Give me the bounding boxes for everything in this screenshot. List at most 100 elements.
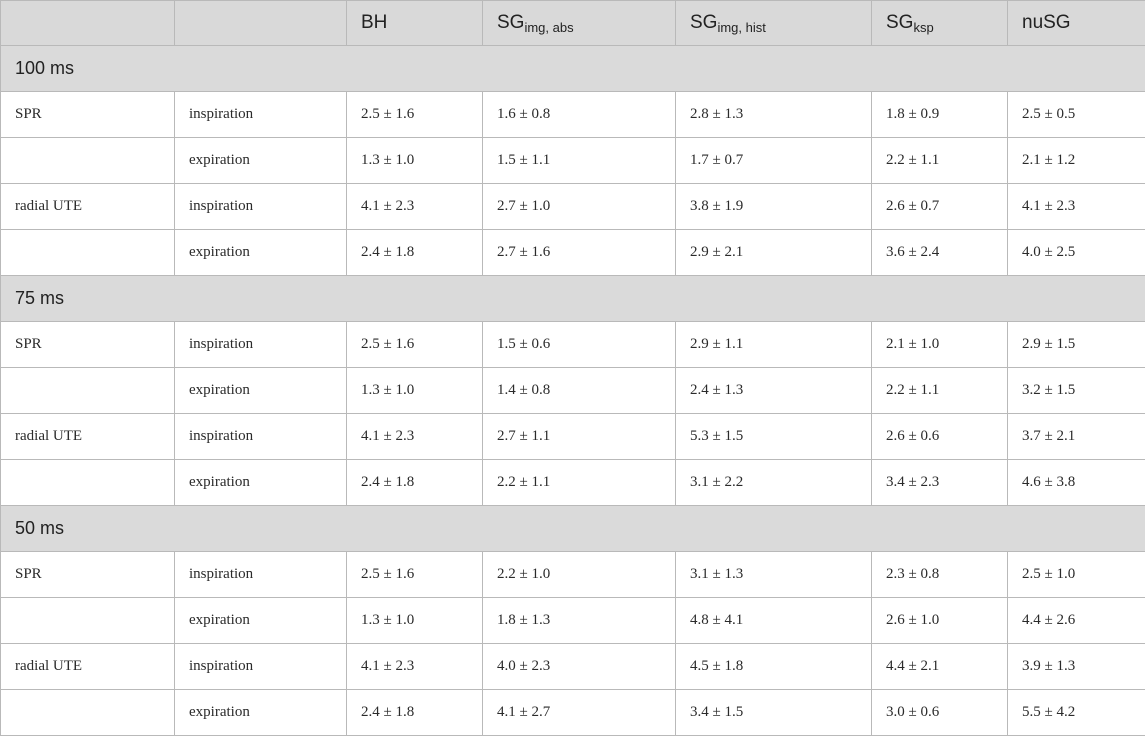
value-cell: 1.8 ± 1.3 (483, 598, 676, 644)
value-cell: 2.9 ± 1.5 (1008, 322, 1145, 368)
value-cell: 2.7 ± 1.0 (483, 184, 676, 230)
value-cell: 3.8 ± 1.9 (676, 184, 872, 230)
header-sg-ksp: SGksp (872, 1, 1008, 46)
value-cell: 3.2 ± 1.5 (1008, 368, 1145, 414)
table-row: expiration1.3 ± 1.01.4 ± 0.82.4 ± 1.32.2… (1, 368, 1145, 414)
value-cell: 4.8 ± 4.1 (676, 598, 872, 644)
header-blank-sequence (1, 1, 175, 46)
value-cell: 5.5 ± 4.2 (1008, 690, 1145, 736)
value-cell: 2.2 ± 1.1 (872, 368, 1008, 414)
value-cell: 2.4 ± 1.8 (347, 690, 483, 736)
phase-cell: inspiration (175, 184, 347, 230)
value-cell: 2.9 ± 2.1 (676, 230, 872, 276)
value-cell: 4.1 ± 2.3 (1008, 184, 1145, 230)
value-cell: 1.3 ± 1.0 (347, 598, 483, 644)
value-cell: 4.1 ± 2.7 (483, 690, 676, 736)
value-cell: 2.5 ± 1.6 (347, 92, 483, 138)
value-cell: 2.3 ± 0.8 (872, 552, 1008, 598)
value-cell: 1.3 ± 1.0 (347, 368, 483, 414)
sequence-cell: SPR (1, 552, 175, 598)
phase-cell: expiration (175, 690, 347, 736)
phase-cell: inspiration (175, 644, 347, 690)
value-cell: 4.0 ± 2.5 (1008, 230, 1145, 276)
table-row: expiration2.4 ± 1.82.7 ± 1.62.9 ± 2.13.6… (1, 230, 1145, 276)
sequence-cell: radial UTE (1, 184, 175, 230)
section-title: 50 ms (1, 506, 1145, 552)
header-row: BH SGimg, abs SGimg, hist SGksp nuSG (1, 1, 1145, 46)
sequence-cell: radial UTE (1, 644, 175, 690)
value-cell: 3.9 ± 1.3 (1008, 644, 1145, 690)
header-sg-img-hist-base: SG (690, 12, 717, 33)
value-cell: 3.4 ± 2.3 (872, 460, 1008, 506)
table-header: BH SGimg, abs SGimg, hist SGksp nuSG (1, 1, 1145, 46)
phase-cell: inspiration (175, 552, 347, 598)
value-cell: 2.4 ± 1.8 (347, 460, 483, 506)
results-table: BH SGimg, abs SGimg, hist SGksp nuSG 100… (0, 0, 1145, 736)
value-cell: 2.1 ± 1.2 (1008, 138, 1145, 184)
phase-cell: expiration (175, 598, 347, 644)
value-cell: 4.1 ± 2.3 (347, 414, 483, 460)
phase-cell: expiration (175, 368, 347, 414)
value-cell: 1.5 ± 1.1 (483, 138, 676, 184)
value-cell: 1.5 ± 0.6 (483, 322, 676, 368)
value-cell: 3.0 ± 0.6 (872, 690, 1008, 736)
value-cell: 4.0 ± 2.3 (483, 644, 676, 690)
value-cell: 3.4 ± 1.5 (676, 690, 872, 736)
section-title: 100 ms (1, 46, 1145, 92)
table-row: expiration2.4 ± 1.82.2 ± 1.13.1 ± 2.23.4… (1, 460, 1145, 506)
value-cell: 3.1 ± 1.3 (676, 552, 872, 598)
value-cell: 2.6 ± 0.6 (872, 414, 1008, 460)
table-row: expiration2.4 ± 1.84.1 ± 2.73.4 ± 1.53.0… (1, 690, 1145, 736)
phase-cell: expiration (175, 460, 347, 506)
sequence-cell (1, 368, 175, 414)
table-row: radial UTEinspiration4.1 ± 2.32.7 ± 1.15… (1, 414, 1145, 460)
header-bh: BH (347, 1, 483, 46)
table-row: expiration1.3 ± 1.01.5 ± 1.11.7 ± 0.72.2… (1, 138, 1145, 184)
phase-cell: expiration (175, 138, 347, 184)
table-row: radial UTEinspiration4.1 ± 2.32.7 ± 1.03… (1, 184, 1145, 230)
sequence-cell: radial UTE (1, 414, 175, 460)
value-cell: 4.4 ± 2.1 (872, 644, 1008, 690)
value-cell: 2.1 ± 1.0 (872, 322, 1008, 368)
value-cell: 2.5 ± 1.6 (347, 552, 483, 598)
value-cell: 3.7 ± 2.1 (1008, 414, 1145, 460)
value-cell: 2.5 ± 0.5 (1008, 92, 1145, 138)
value-cell: 3.1 ± 2.2 (676, 460, 872, 506)
header-sg-img-hist-sub: img, hist (717, 20, 765, 35)
value-cell: 1.3 ± 1.0 (347, 138, 483, 184)
value-cell: 2.4 ± 1.3 (676, 368, 872, 414)
section-header-row: 75 ms (1, 276, 1145, 322)
value-cell: 2.2 ± 1.1 (872, 138, 1008, 184)
header-sg-ksp-base: SG (886, 12, 913, 33)
header-sg-img-abs-sub: img, abs (524, 20, 573, 35)
header-sg-ksp-sub: ksp (913, 20, 933, 35)
header-sg-img-hist: SGimg, hist (676, 1, 872, 46)
phase-cell: inspiration (175, 322, 347, 368)
value-cell: 3.6 ± 2.4 (872, 230, 1008, 276)
value-cell: 1.8 ± 0.9 (872, 92, 1008, 138)
value-cell: 1.6 ± 0.8 (483, 92, 676, 138)
phase-cell: inspiration (175, 414, 347, 460)
section-header-row: 50 ms (1, 506, 1145, 552)
header-blank-phase (175, 1, 347, 46)
value-cell: 4.1 ± 2.3 (347, 184, 483, 230)
table-row: SPRinspiration2.5 ± 1.61.6 ± 0.82.8 ± 1.… (1, 92, 1145, 138)
section-header-row: 100 ms (1, 46, 1145, 92)
value-cell: 1.7 ± 0.7 (676, 138, 872, 184)
value-cell: 4.4 ± 2.6 (1008, 598, 1145, 644)
table-row: expiration1.3 ± 1.01.8 ± 1.34.8 ± 4.12.6… (1, 598, 1145, 644)
value-cell: 2.5 ± 1.6 (347, 322, 483, 368)
section-title: 75 ms (1, 276, 1145, 322)
sequence-cell (1, 598, 175, 644)
header-sg-img-abs-base: SG (497, 12, 524, 33)
sequence-cell (1, 690, 175, 736)
value-cell: 4.1 ± 2.3 (347, 644, 483, 690)
value-cell: 4.6 ± 3.8 (1008, 460, 1145, 506)
table-row: SPRinspiration2.5 ± 1.62.2 ± 1.03.1 ± 1.… (1, 552, 1145, 598)
value-cell: 1.4 ± 0.8 (483, 368, 676, 414)
value-cell: 2.6 ± 0.7 (872, 184, 1008, 230)
sequence-cell (1, 138, 175, 184)
value-cell: 2.6 ± 1.0 (872, 598, 1008, 644)
value-cell: 2.8 ± 1.3 (676, 92, 872, 138)
value-cell: 2.7 ± 1.6 (483, 230, 676, 276)
